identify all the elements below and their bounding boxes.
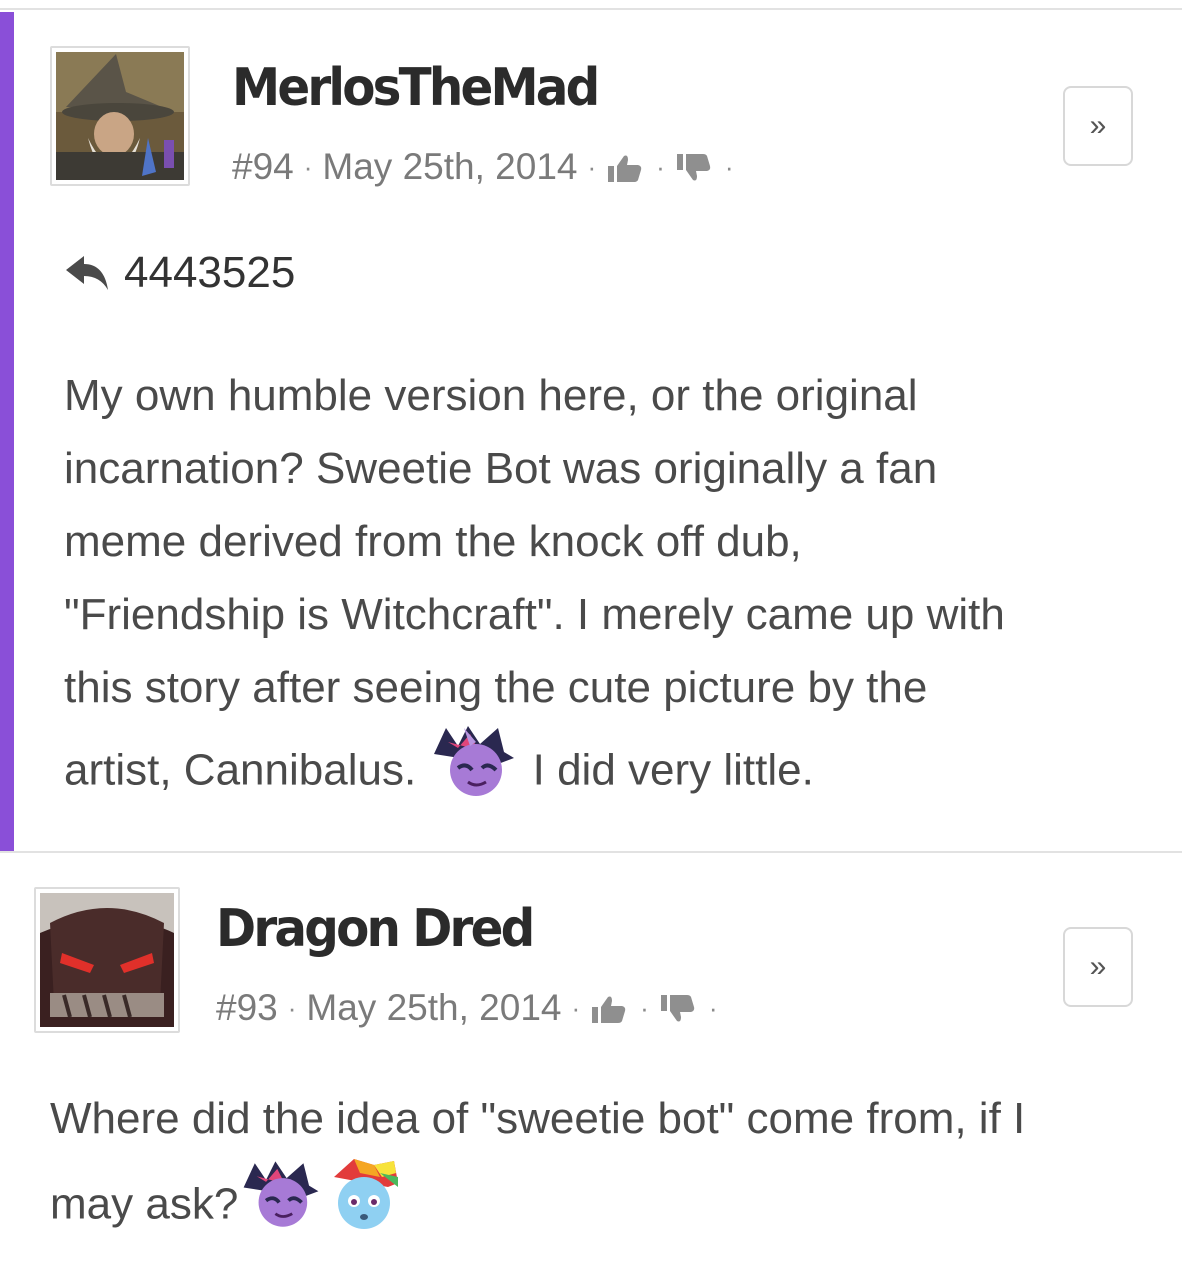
separator: · [656,151,665,182]
comment-number[interactable]: #94 [232,146,294,188]
comment-text-line-with-emote: may ask? [50,1157,1025,1257]
separator: · [724,151,734,182]
expand-button[interactable]: » [1063,927,1133,1007]
thumbs-down-icon[interactable] [659,992,699,1024]
expand-button[interactable]: » [1063,86,1133,166]
user-avatar[interactable] [50,46,190,186]
comment-text-line: meme derived from the knock off dub, [64,517,802,566]
robot-avatar-icon [40,893,174,1027]
comment-text: I did very little. [532,745,814,795]
comment-meta: #94 · May 25th, 2014 · · · [232,146,743,188]
comment-accent-bar [0,12,14,852]
comment-text-line: My own humble version here, or the origi… [64,371,918,420]
comment-text-line: incarnation? Sweetie Bot was originally … [64,444,938,493]
rainbow-dash-emote-icon [324,1157,404,1257]
thumbs-up-icon[interactable] [606,151,646,183]
thumbs-down-icon[interactable] [675,151,715,183]
separator: · [587,151,597,182]
username[interactable]: MerlosTheMad [232,58,600,118]
comment-body: Where did the idea of "sweetie bot" come… [50,1081,1025,1257]
comment-date: May 25th, 2014 [306,987,562,1028]
chevrons-right-icon: » [1089,950,1107,983]
reply-arrow-icon [66,256,108,290]
separator: · [708,992,718,1023]
separator: · [287,992,297,1023]
comment-text-line: "Friendship is Witchcraft". I merely cam… [64,590,1005,639]
chevrons-right-icon: » [1089,109,1107,142]
twilight-sparkle-emote-icon [238,1157,324,1257]
user-avatar[interactable] [34,887,180,1033]
comment-text: artist, Cannibalus. [64,745,417,795]
comment-text-line: Where did the idea of "sweetie bot" come… [50,1094,1026,1143]
wizard-avatar-icon [56,52,184,180]
separator: · [640,992,649,1023]
comment-93: Dragon Dred #93 · May 25th, 2014 · · · »… [0,853,1182,1280]
comment-number[interactable]: #93 [216,987,278,1029]
comment-text: may ask? [50,1179,239,1229]
separator: · [571,992,581,1023]
reply-reference[interactable]: 4443525 [64,248,295,298]
comment-meta: #93 · May 25th, 2014 · · · [216,987,727,1029]
comment-text-line: this story after seeing the cute picture… [64,663,928,712]
thumbs-up-icon[interactable] [590,992,630,1024]
comment-body: My own humble version here, or the origi… [64,359,1005,822]
comment-date: May 25th, 2014 [322,146,578,187]
username[interactable]: Dragon Dred [216,899,535,959]
top-divider [0,8,1182,10]
reply-comment-id: 4443525 [124,248,296,297]
twilight-sparkle-emote-icon [428,724,520,822]
comment-text-line-with-emote: artist, Cannibalus. I did very little. [64,724,1005,822]
comment-94: MerlosTheMad #94 · May 25th, 2014 · · · … [0,12,1182,852]
separator: · [303,151,313,182]
